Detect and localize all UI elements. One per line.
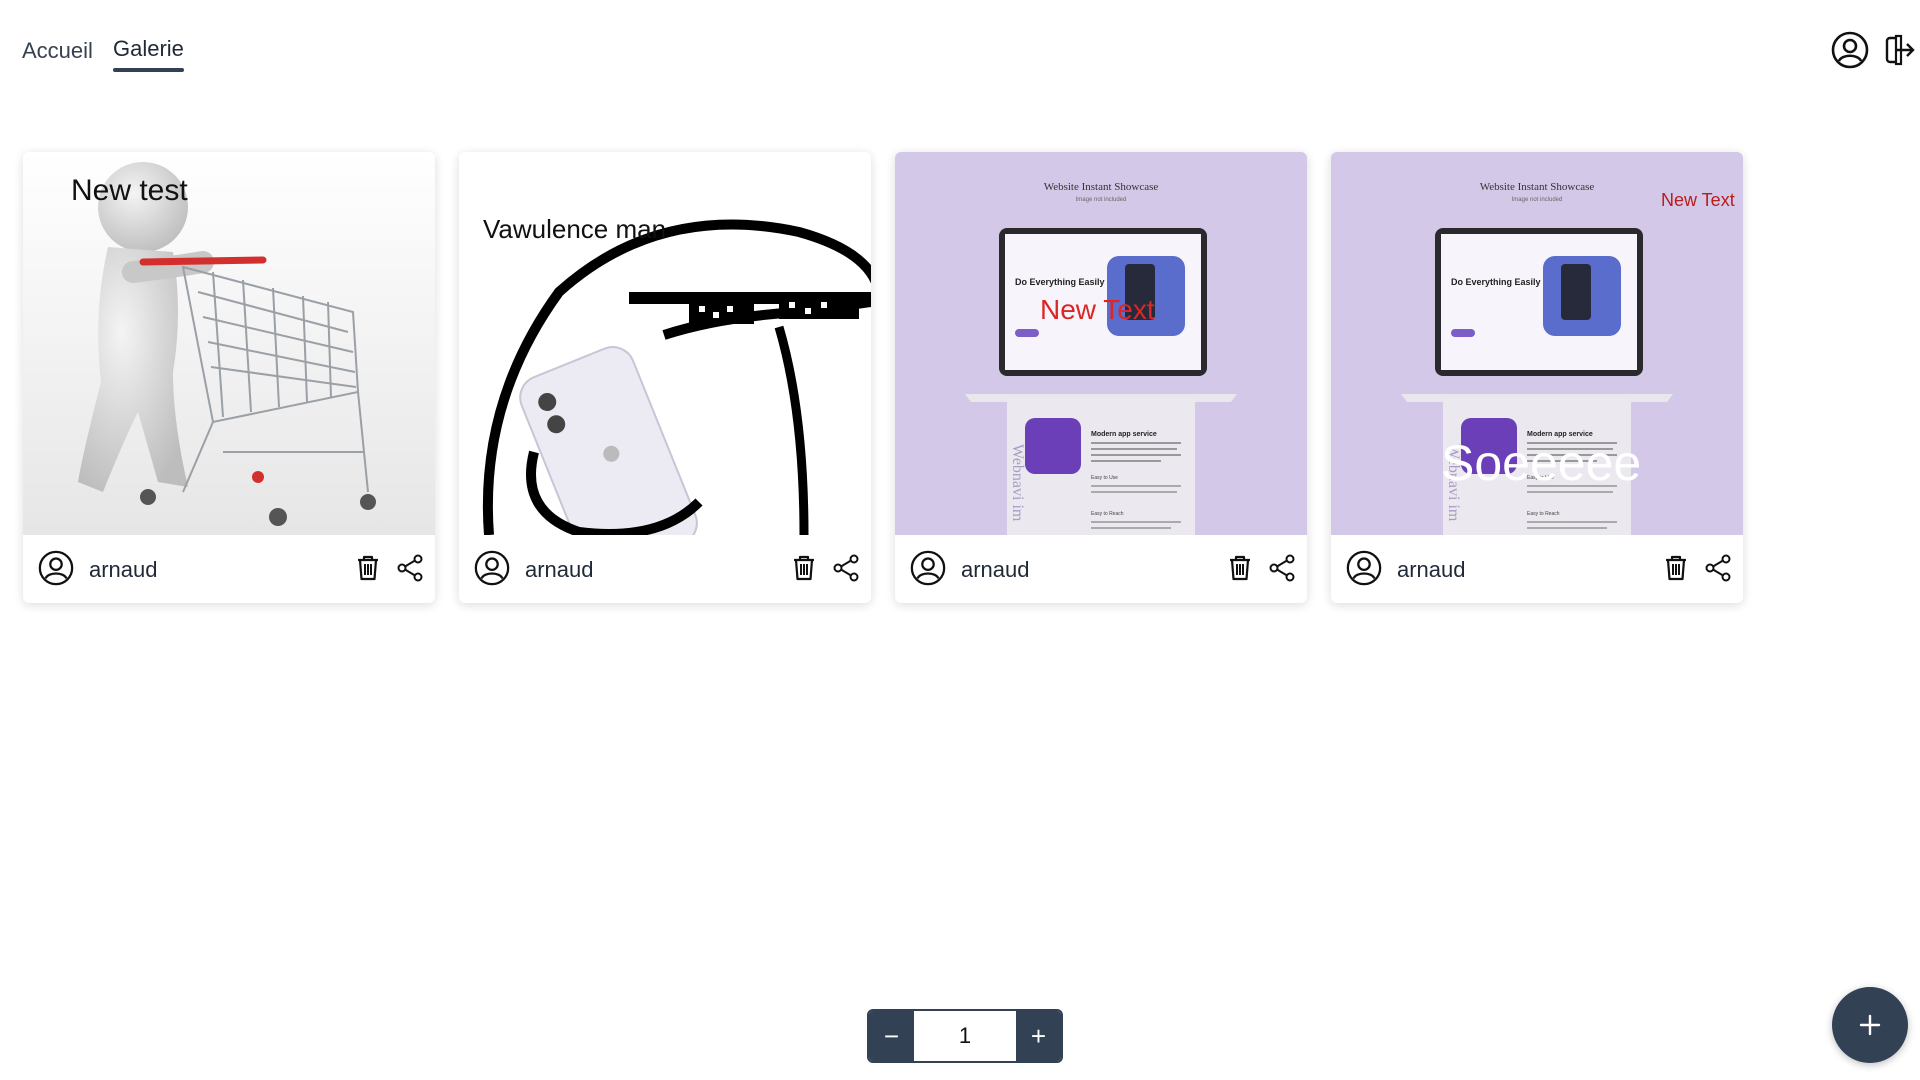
nav-link-galerie-label: Galerie [113, 36, 184, 61]
card-image-website-showcase[interactable]: Website Instant Showcase Image not inclu… [895, 152, 1307, 535]
card-author: arnaud [525, 557, 594, 582]
pagination-stepper: − + [867, 1009, 1063, 1063]
share-icon[interactable] [395, 553, 425, 583]
share-icon[interactable] [831, 553, 861, 583]
shopping-cart-figure-image [23, 152, 435, 535]
mockup-header-text: Website Instant Showcase [1480, 181, 1595, 193]
trash-icon[interactable] [789, 553, 819, 583]
card-footer: arnaud [895, 535, 1307, 603]
mockup-hero-text: Do Everything Easily [1451, 277, 1541, 287]
page-decrement-button[interactable]: − [869, 1011, 914, 1061]
mockup-side-text: Webnavi im [1009, 444, 1026, 522]
card-overlay-text: New Text [1040, 294, 1155, 325]
card-image-shopping-cart[interactable]: New test [23, 152, 435, 535]
mockup-hero-text: Do Everything Easily [1015, 277, 1105, 287]
card-overlay-text: New test [71, 174, 188, 207]
nav-link-galerie[interactable]: Galerie [113, 36, 184, 72]
card-footer: arnaud [1331, 535, 1743, 603]
share-icon[interactable] [1703, 553, 1733, 583]
card-image-website-showcase[interactable]: Website Instant Showcase Image not inclu… [1331, 152, 1743, 535]
trash-icon[interactable] [1661, 553, 1691, 583]
card-overlay-text: Soeeeee [1441, 435, 1642, 491]
mockup-item2-text: Easy to Reach [1527, 511, 1560, 517]
page-increment-button[interactable]: + [1016, 1011, 1061, 1061]
mockup-subheader-text: Image not included [1512, 197, 1563, 203]
user-circle-icon [910, 550, 946, 586]
gallery-card: Website Instant Showcase Image not inclu… [895, 152, 1307, 603]
card-overlay-text: Vawulence man [483, 214, 667, 244]
card-footer: arnaud [459, 535, 871, 603]
active-tab-indicator [113, 68, 184, 72]
user-circle-icon [1346, 550, 1382, 586]
user-circle-icon[interactable] [1830, 30, 1870, 70]
top-navigation: Accueil Galerie [0, 0, 1920, 100]
mockup-item1-text: Easy to Use [1091, 475, 1118, 481]
meme-sunglasses-phone-image [459, 152, 871, 535]
card-footer: arnaud [23, 535, 435, 603]
mockup-header-text: Website Instant Showcase [1044, 181, 1159, 193]
share-icon[interactable] [1267, 553, 1297, 583]
mockup-section-text: Modern app service [1091, 431, 1157, 438]
gallery-card: New test arnaud [23, 152, 435, 603]
trash-icon[interactable] [353, 553, 383, 583]
nav-link-accueil[interactable]: Accueil [22, 38, 93, 64]
plus-icon [1859, 1014, 1881, 1036]
card-author: arnaud [89, 557, 158, 582]
add-image-button[interactable] [1832, 987, 1908, 1063]
trash-icon[interactable] [1225, 553, 1255, 583]
website-showcase-mockup-image: Website Instant Showcase Image not inclu… [895, 152, 1307, 535]
mockup-subheader-text: Image not included [1076, 197, 1127, 203]
gallery-grid: New test arnaud Vawulence man arnaud Web… [23, 152, 1743, 603]
card-image-meme[interactable]: Vawulence man [459, 152, 871, 535]
logout-icon[interactable] [1880, 30, 1920, 70]
card-author: arnaud [961, 557, 1030, 582]
user-circle-icon [474, 550, 510, 586]
card-corner-text: New Text [1661, 190, 1735, 210]
mockup-item2-text: Easy to Reach [1091, 511, 1124, 517]
gallery-card: Website Instant Showcase Image not inclu… [1331, 152, 1743, 603]
card-author: arnaud [1397, 557, 1466, 582]
user-circle-icon [38, 550, 74, 586]
page-number-input[interactable] [914, 1011, 1016, 1061]
gallery-card: Vawulence man arnaud [459, 152, 871, 603]
